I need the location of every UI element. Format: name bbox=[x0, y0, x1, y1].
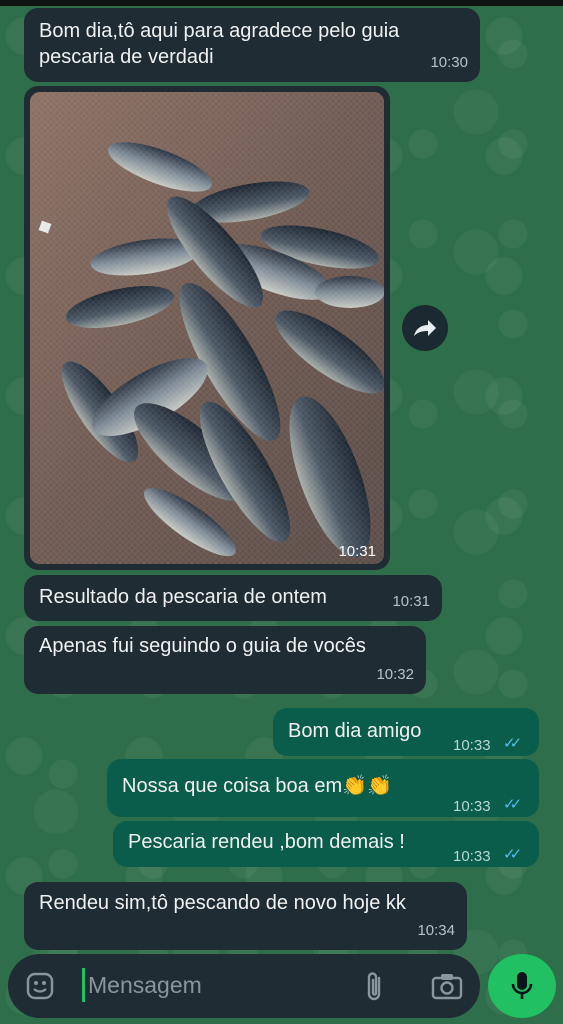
text-cursor bbox=[82, 968, 85, 1002]
message-bubble-incoming[interactable]: Resultado da pescaria de ontem 10:31 bbox=[24, 575, 442, 621]
message-bubble-outgoing[interactable]: Nossa que coisa boa em👏👏 10:33 ✓✓ bbox=[107, 759, 539, 817]
message-time: 10:30 bbox=[430, 54, 468, 71]
message-bubble-outgoing[interactable]: Bom dia amigo 10:33 ✓✓ bbox=[273, 708, 539, 756]
message-text: pescaria de verdadi bbox=[39, 46, 214, 68]
message-text: Apenas fui seguindo o guia de vocês bbox=[39, 635, 366, 657]
message-time: 10:33 bbox=[453, 737, 491, 754]
message-text: Bom dia,tô aqui para agradece pelo guia bbox=[39, 20, 400, 42]
message-input[interactable]: Mensagem bbox=[88, 972, 202, 999]
message-bubble-incoming[interactable]: Apenas fui seguindo o guia de vocês 10:3… bbox=[24, 626, 426, 694]
image-message[interactable]: 10:31 bbox=[24, 86, 390, 570]
emoji-icon[interactable] bbox=[25, 971, 55, 1001]
message-composer[interactable]: Mensagem bbox=[8, 954, 480, 1018]
status-bar bbox=[0, 0, 563, 6]
message-bubble-outgoing[interactable]: Pescaria rendeu ,bom demais ! 10:33 ✓✓ bbox=[113, 821, 539, 867]
message-time: 10:32 bbox=[376, 666, 414, 683]
voice-message-button[interactable] bbox=[488, 954, 556, 1018]
camera-icon[interactable] bbox=[431, 972, 463, 1000]
read-ticks-icon: ✓✓ bbox=[503, 846, 522, 863]
message-bubble-incoming[interactable]: Bom dia,tô aqui para agradece pelo guia … bbox=[24, 8, 480, 82]
forward-button[interactable] bbox=[402, 305, 448, 351]
message-time: 10:34 bbox=[417, 922, 455, 939]
message-text: Rendeu sim,tô pescando de novo hoje kk bbox=[39, 892, 406, 914]
forward-icon bbox=[414, 320, 436, 336]
fish-pile-image bbox=[30, 92, 384, 564]
message-time: 10:33 bbox=[453, 798, 491, 815]
fish-photo[interactable] bbox=[30, 92, 384, 564]
read-ticks-icon: ✓✓ bbox=[503, 735, 522, 752]
message-text: Resultado da pescaria de ontem bbox=[39, 586, 327, 608]
message-time: 10:33 bbox=[453, 848, 491, 865]
mic-icon bbox=[511, 972, 533, 999]
read-ticks-icon: ✓✓ bbox=[503, 796, 522, 813]
message-time: 10:31 bbox=[338, 543, 376, 560]
message-text: Pescaria rendeu ,bom demais ! bbox=[128, 831, 405, 853]
message-text: Bom dia amigo bbox=[288, 720, 422, 742]
message-text: Nossa que coisa boa em👏👏 bbox=[122, 775, 392, 797]
message-time: 10:31 bbox=[392, 593, 430, 610]
message-bubble-incoming[interactable]: Rendeu sim,tô pescando de novo hoje kk 1… bbox=[24, 882, 467, 950]
attach-icon[interactable] bbox=[364, 970, 386, 1004]
